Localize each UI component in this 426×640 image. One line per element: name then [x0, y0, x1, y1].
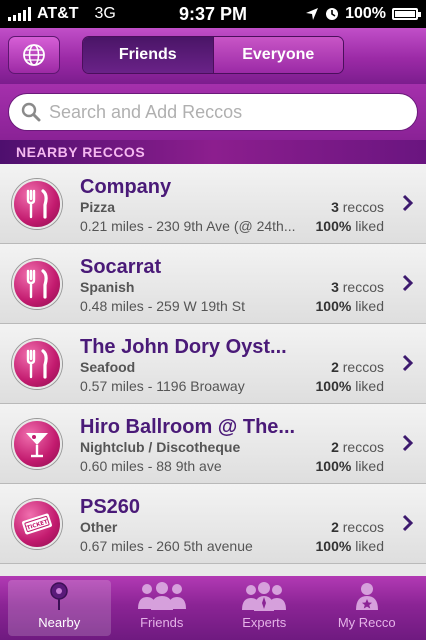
- place-address: 0.21 miles - 230 9th Ave (@ 24th...: [80, 218, 296, 234]
- place-category: Nightclub / Discotheque: [80, 439, 241, 455]
- clock: 9:37 PM: [178, 3, 248, 24]
- search-icon: [21, 102, 41, 122]
- place-name: PS260: [80, 496, 141, 518]
- place-name: The John Dory Oyst...: [80, 336, 287, 358]
- tab-label: Experts: [242, 615, 287, 630]
- people-group-icon: [137, 582, 186, 610]
- status-right: 100%: [268, 5, 421, 23]
- audience-segmented-control: Friends Everyone: [82, 36, 344, 74]
- carrier-label: AT&T: [37, 5, 79, 22]
- tab-label: My Recco: [337, 615, 396, 630]
- liked-percent: 100% liked: [315, 378, 385, 394]
- list-item[interactable]: TICKET PS260 Other 0.67 miles - 260 5th …: [0, 484, 426, 564]
- liked-percent: 100% liked: [315, 538, 385, 554]
- tab-nearby[interactable]: Nearby: [8, 580, 111, 636]
- list-item[interactable]: The John Dory Oyst... Seafood 0.57 miles…: [0, 324, 426, 404]
- ticket-icon: TICKET: [12, 499, 62, 549]
- map-pin-icon: [50, 582, 68, 610]
- tab-friends[interactable]: Friends: [111, 580, 214, 636]
- reccos-count: 2 reccos: [331, 359, 384, 375]
- status-bar: AT&T 3G 9:37 PM 100%: [0, 0, 426, 28]
- experts-icon: [242, 582, 287, 611]
- battery-label: 100%: [345, 5, 386, 22]
- chevron-right-icon: [402, 194, 414, 212]
- cocktail-icon: [12, 419, 62, 469]
- place-name: Socarrat: [80, 256, 162, 278]
- place-category: Spanish: [80, 279, 135, 295]
- top-header: Friends Everyone: [0, 28, 426, 84]
- place-category: Pizza: [80, 199, 116, 215]
- place-address: 0.48 miles - 259 W 19th St: [80, 298, 245, 314]
- list-item[interactable]: Company Pizza 0.21 miles - 230 9th Ave (…: [0, 164, 426, 244]
- segment-everyone[interactable]: Everyone: [212, 37, 343, 73]
- chevron-right-icon: [402, 274, 414, 292]
- reccos-count: 3 reccos: [331, 199, 384, 215]
- place-category: Other: [80, 519, 118, 535]
- list-item[interactable]: Socarrat Spanish 0.48 miles - 259 W 19th…: [0, 244, 426, 324]
- liked-percent: 100% liked: [315, 298, 385, 314]
- location-arrow-icon: [306, 8, 319, 20]
- search-box: [8, 93, 418, 131]
- place-address: 0.60 miles - 88 9th ave: [80, 458, 222, 474]
- search-input[interactable]: [49, 101, 389, 123]
- reccos-list: Company Pizza 0.21 miles - 230 9th Ave (…: [0, 164, 426, 576]
- tab-label: Nearby: [38, 615, 81, 630]
- profile-star-icon: [355, 583, 378, 610]
- battery-icon: [392, 8, 421, 20]
- section-header: NEARBY RECCOS: [0, 140, 426, 164]
- fork-knife-icon: [12, 179, 62, 229]
- reccos-count: 2 reccos: [331, 519, 384, 535]
- fork-knife-icon: [12, 259, 62, 309]
- chevron-right-icon: [402, 434, 414, 452]
- place-name: Hiro Ballroom @ The...: [80, 416, 296, 438]
- chevron-right-icon: [402, 354, 414, 372]
- list-item[interactable]: Hiro Ballroom @ The... Nightclub / Disco…: [0, 404, 426, 484]
- tab-my-recco[interactable]: My Recco: [316, 580, 419, 636]
- place-address: 0.67 miles - 260 5th avenue: [80, 538, 253, 554]
- segment-friends[interactable]: Friends: [83, 37, 213, 73]
- reccos-count: 2 reccos: [331, 439, 384, 455]
- status-left: AT&T 3G: [8, 5, 158, 23]
- signal-icon: [8, 7, 31, 21]
- liked-percent: 100% liked: [315, 458, 385, 474]
- globe-button[interactable]: [8, 36, 60, 74]
- network-label: 3G: [94, 5, 116, 22]
- place-name: Company: [80, 176, 172, 198]
- tab-label: Friends: [140, 615, 184, 630]
- fork-knife-icon: [12, 339, 62, 389]
- reccos-count: 3 reccos: [331, 279, 384, 295]
- tab-bar: Nearby Friends Experts My Recco: [0, 576, 426, 640]
- place-address: 0.57 miles - 1196 Broaway: [80, 378, 245, 394]
- place-category: Seafood: [80, 359, 136, 375]
- search-bar: [0, 84, 426, 140]
- liked-percent: 100% liked: [315, 218, 385, 234]
- globe-icon: [23, 44, 45, 66]
- tab-experts[interactable]: Experts: [213, 580, 316, 636]
- clock-icon: [326, 8, 339, 20]
- chevron-right-icon: [402, 514, 414, 532]
